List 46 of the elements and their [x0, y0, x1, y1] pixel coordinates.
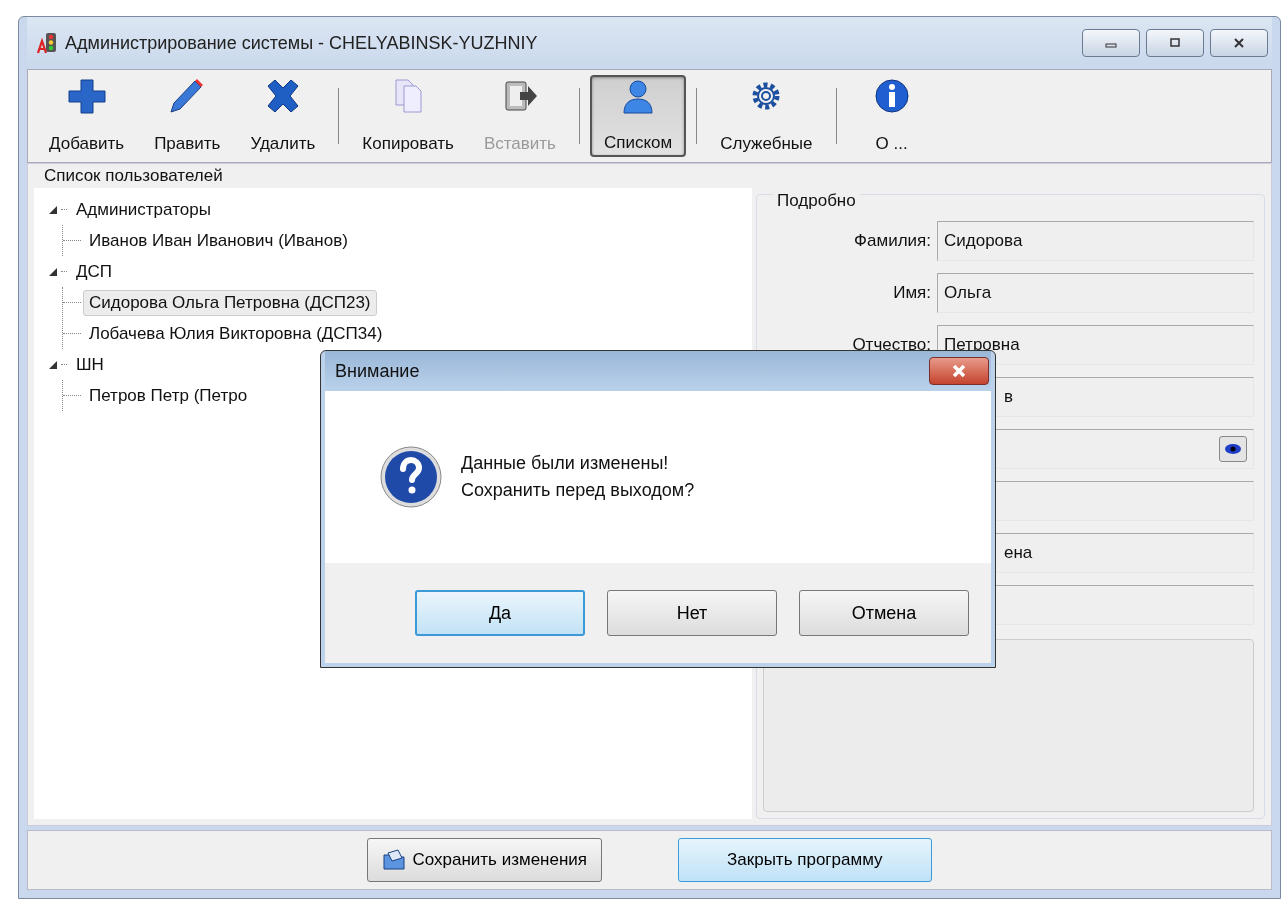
input-field[interactable]: Петровна [937, 325, 1254, 365]
window-title: Администрирование системы - CHELYABINSK-YUZHNIY [65, 32, 538, 54]
minimize-button[interactable] [1082, 29, 1140, 57]
expand-arrow-icon[interactable] [48, 204, 58, 215]
dialog-message: Сохранить перед выходом? [461, 480, 695, 501]
input-field[interactable]: Ольга [937, 273, 1254, 313]
field-label: Фамилия: [854, 231, 931, 251]
tree-item[interactable]: Петров Петр (Петро [83, 382, 254, 409]
toolbar-button[interactable]: Служебные [707, 75, 826, 157]
tree-item[interactable]: Иванов Иван Иванович (Иванов) [83, 227, 354, 254]
plus-icon [66, 78, 107, 114]
save-button[interactable]: Сохранить изменения [367, 838, 603, 882]
folder-icon [382, 849, 407, 871]
field-label: Отчество: [852, 335, 931, 355]
close-button[interactable] [929, 357, 989, 385]
toolbar-button[interactable]: Править [141, 75, 234, 157]
maximize-button[interactable] [1146, 29, 1204, 57]
toolbar-button[interactable]: Списком [589, 75, 687, 157]
dialog-button[interactable]: Нет [607, 590, 777, 636]
toolbar-button[interactable]: Добавить [36, 75, 138, 157]
tree-item[interactable]: Сидорова Ольга Петровна (ДСП23) [83, 289, 377, 316]
toolbar-button[interactable]: Удалить [237, 75, 329, 157]
group-title: Список пользователей [44, 166, 223, 186]
group-title: Подробно [773, 191, 860, 211]
expand-arrow-icon[interactable] [48, 266, 58, 277]
dialog-button[interactable]: Отмена [799, 590, 969, 636]
close-program-button[interactable]: Закрыть программу [678, 838, 932, 882]
dialog-button[interactable]: Да [415, 590, 585, 636]
input-field[interactable]: Сидорова [937, 221, 1254, 261]
tree-item[interactable]: Администраторы [70, 196, 217, 223]
toolbar-button[interactable]: О ... [846, 75, 937, 157]
tree-item[interactable]: ШН [70, 351, 110, 378]
field-label: Имя: [893, 283, 931, 303]
question-icon [379, 445, 443, 509]
maximize-icon [1168, 38, 1182, 48]
toolbar-button[interactable]: Копировать [349, 75, 467, 157]
tree-item[interactable]: Лобачева Юлия Викторовна (ДСП34) [83, 320, 389, 347]
close-button[interactable] [1210, 29, 1268, 57]
expand-arrow-icon[interactable] [48, 359, 58, 370]
dialog-message: Данные были изменены! [461, 453, 670, 474]
app-icon [37, 32, 59, 54]
tree-item[interactable]: ДСП [70, 258, 118, 285]
close-icon [1232, 38, 1246, 48]
dialog-title: Внимание [335, 360, 420, 382]
eye-icon-button[interactable] [1219, 436, 1247, 462]
eye-icon [1224, 442, 1242, 456]
